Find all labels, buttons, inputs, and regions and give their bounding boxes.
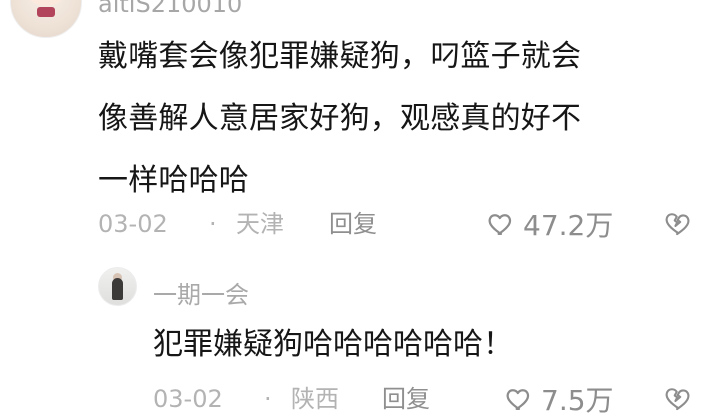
comment-text: 戴嘴套会像犯罪嫌疑狗，叼篮子就会 像善解人意居家好狗，观感真的好不 一样哈哈哈: [98, 26, 698, 212]
comment-date: 03-02: [98, 210, 168, 238]
broken-heart-icon[interactable]: [664, 209, 692, 237]
reply-like-button[interactable]: 7.5万: [505, 382, 614, 417]
reply-date: 03-02: [153, 385, 223, 413]
reply-meta-separator: ·: [264, 385, 272, 413]
avatar-accent: [37, 7, 55, 17]
comment-reply-button[interactable]: 回复: [329, 207, 377, 241]
reply-like-count: 7.5万: [541, 384, 614, 417]
comment-meta-separator: ·: [209, 210, 217, 238]
comment-location: 天津: [236, 210, 284, 238]
heart-outline-icon: [487, 210, 515, 238]
reply-location: 陕西: [291, 385, 339, 413]
comment-like-button[interactable]: 47.2万: [487, 207, 614, 242]
broken-heart-icon[interactable]: [664, 384, 692, 412]
comment-username[interactable]: aitiS210010: [98, 0, 242, 16]
heart-outline-icon: [505, 385, 533, 413]
comment-like-count: 47.2万: [523, 209, 614, 242]
reply-text: 犯罪嫌疑狗哈哈哈哈哈哈！: [153, 327, 513, 362]
reply-avatar[interactable]: [98, 267, 137, 306]
comment-avatar[interactable]: [10, 0, 82, 38]
avatar-face: [28, 0, 64, 6]
comment-line-1: 戴嘴套会像犯罪嫌疑狗，叼篮子就会: [98, 39, 582, 74]
reply-avatar-figure: [112, 278, 123, 300]
comment-line-2: 像善解人意居家好狗，观感真的好不: [98, 101, 582, 136]
reply-reply-button[interactable]: 回复: [382, 382, 430, 416]
reply-username[interactable]: 一期一会: [153, 275, 249, 310]
comment-line-3: 一样哈哈哈: [98, 163, 249, 198]
